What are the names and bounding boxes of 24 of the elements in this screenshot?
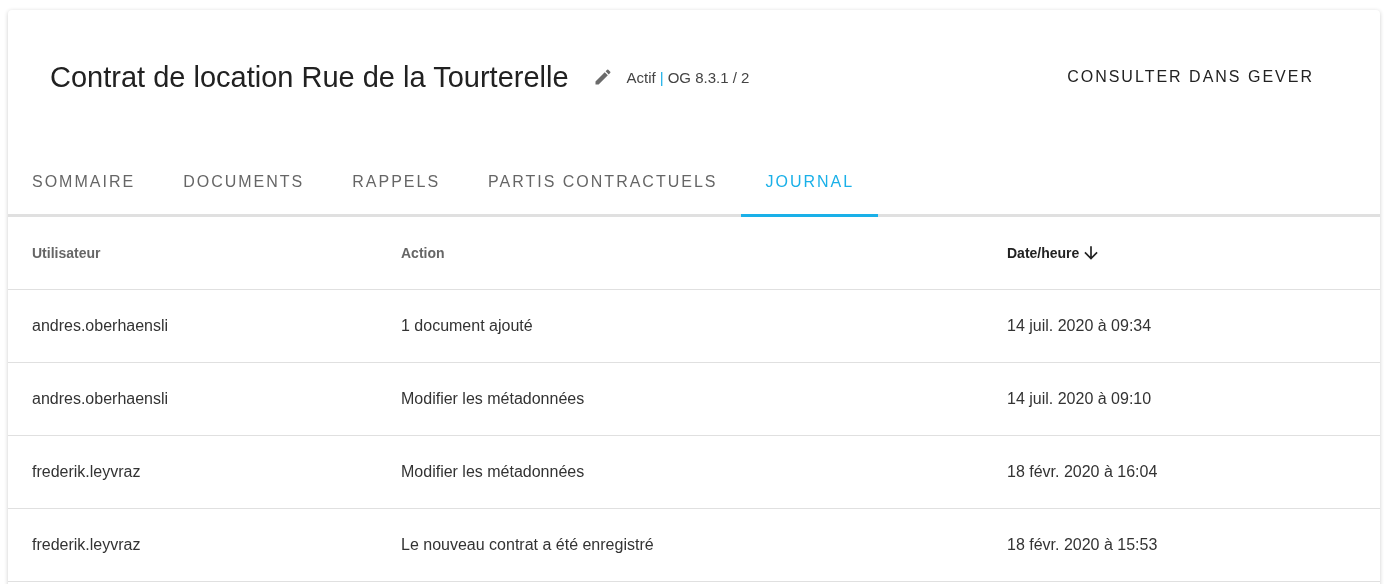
table-cell: andres.oberhaensli	[32, 317, 169, 335]
table-cell: Modifier les métadonnées	[401, 390, 585, 408]
tab[interactable]: RAPPELS	[328, 150, 465, 217]
column-header[interactable]: Action	[401, 245, 445, 261]
table-cell: 14 juil. 2020 à 09:10	[1007, 390, 1152, 408]
table-cell: Le nouveau contrat a été enregistré	[401, 536, 654, 554]
column-header[interactable]: Utilisateur	[32, 245, 101, 261]
page-title: Contrat de location Rue de la Tourterelle	[50, 60, 569, 94]
tab[interactable]: SOMMAIRE	[8, 150, 160, 217]
table-cell: andres.oberhaensli	[32, 390, 169, 408]
table-cell: 14 juil. 2020 à 09:34	[1007, 317, 1152, 335]
table-cell: frederik.leyvraz	[32, 536, 141, 554]
tab[interactable]: PARTIS CONTRACTUELS	[464, 150, 742, 217]
open-in-gever-button[interactable]: CONSULTER DANS GEVER	[1067, 62, 1314, 92]
tab[interactable]: DOCUMENTS	[159, 150, 329, 217]
separator-text: |	[659, 68, 664, 86]
table-cell: 18 févr. 2020 à 15:53	[1007, 536, 1158, 554]
status-text: Actif	[626, 68, 656, 86]
table-cell: Modifier les métadonnées	[401, 463, 585, 481]
reference-text: OG 8.3.1 / 2	[667, 68, 750, 86]
table-cell: 1 document ajouté	[401, 317, 533, 335]
table-cell: 18 févr. 2020 à 16:04	[1007, 463, 1158, 481]
column-header[interactable]: Date/heure	[1007, 245, 1080, 261]
table-cell: frederik.leyvraz	[32, 463, 141, 481]
